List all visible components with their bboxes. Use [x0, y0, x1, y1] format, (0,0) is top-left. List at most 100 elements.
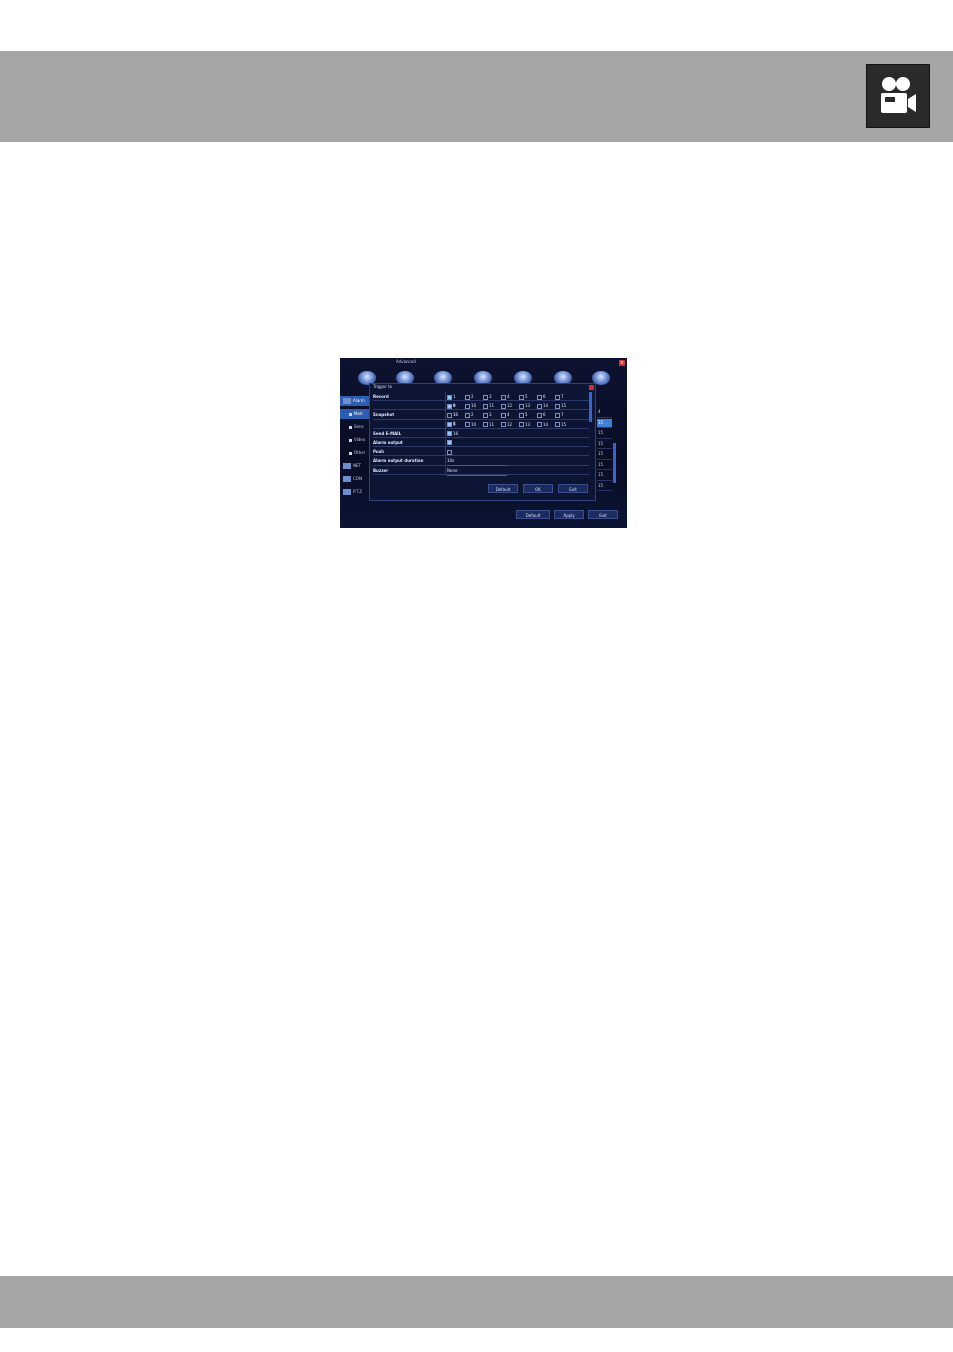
dialog-exit-button[interactable]: Exit — [558, 484, 588, 493]
channel-checkbox[interactable]: 7 — [555, 392, 573, 401]
channel-checkbox[interactable]: 6 — [537, 410, 555, 419]
channel-number: 10 — [471, 421, 477, 427]
checkbox-box — [555, 422, 560, 428]
dialog-close-button[interactable] — [589, 385, 594, 390]
channel-checkbox[interactable]: 2 — [465, 392, 483, 401]
checkbox-box — [483, 422, 488, 428]
channel-cell[interactable]: 15 — [597, 471, 612, 481]
channel-number: 1 — [453, 394, 456, 399]
channel-cell[interactable]: 15 — [597, 429, 612, 439]
option-checkbox[interactable] — [447, 438, 465, 447]
channel-checkbox[interactable]: 10 — [465, 401, 483, 410]
channel-cell[interactable]: 15 — [597, 418, 612, 428]
checkbox-box — [519, 412, 524, 418]
dropdown-select[interactable]: None — [447, 466, 507, 476]
window-close-button[interactable]: × — [619, 360, 625, 366]
scrollbar[interactable] — [613, 443, 616, 483]
menu-icon — [343, 398, 351, 404]
exit-button[interactable]: Exit — [588, 510, 618, 519]
channel-checkbox[interactable]: 9 — [447, 401, 465, 410]
channel-checkbox[interactable]: 5 — [519, 410, 537, 419]
channel-checkbox[interactable]: 9 — [447, 420, 465, 429]
channel-cell[interactable]: 15 — [597, 461, 612, 470]
option-checkbox[interactable] — [447, 429, 465, 438]
channel-cell[interactable]: 4 — [597, 408, 612, 418]
channel-checkbox[interactable]: 12 — [501, 420, 519, 429]
bullet-icon — [349, 451, 352, 455]
channel-checkbox[interactable]: 3 — [483, 410, 501, 419]
dialog-buttons: Default OK Exit — [488, 484, 592, 494]
channel-checkbox[interactable]: 15 — [555, 420, 573, 429]
channel-cell[interactable]: 15 — [597, 482, 612, 491]
default-button[interactable]: Default — [516, 510, 550, 519]
checkbox-box — [501, 412, 506, 418]
trigger-grid: Record 1 2 3 4 5 6 78 9 10 11 12 13 14 1516 Snapshot 1 2 3… — [373, 392, 589, 476]
trigger-value: 1 2 3 4 5 6 78 — [447, 410, 589, 427]
channel-checkbox[interactable]: 13 — [519, 401, 537, 410]
bullet-icon — [349, 438, 352, 442]
checkbox-box — [465, 412, 470, 418]
trigger-label — [373, 419, 446, 428]
channel-checkbox[interactable]: 4 — [501, 410, 519, 419]
sidebar-item-label: Alarm — [353, 398, 365, 403]
trigger-label: Push — [373, 447, 446, 456]
footer-band — [0, 1276, 953, 1328]
checkbox-box — [447, 412, 452, 418]
checkbox-box — [519, 422, 524, 428]
checkbox-box — [483, 394, 488, 400]
dialog-ok-button[interactable]: OK — [523, 484, 553, 493]
channel-checkbox[interactable]: 11 — [483, 420, 501, 429]
channel-checkbox[interactable]: 1 — [447, 410, 465, 419]
channel-number: 4 — [507, 412, 510, 418]
channel-checkbox[interactable]: 14 — [537, 420, 555, 429]
dialog-default-button[interactable]: Default — [488, 484, 518, 493]
sidebar-item-label: Video — [354, 437, 366, 442]
channel-checkbox[interactable]: 15 — [555, 401, 573, 410]
trigger-row: Buzzer None — [373, 465, 589, 476]
channel-cell[interactable]: 15 — [597, 450, 612, 460]
dialog-scrollbar[interactable] — [589, 392, 592, 422]
trigger-label — [373, 401, 446, 410]
channel-checkbox[interactable]: 2 — [465, 410, 483, 419]
channel-cell[interactable]: 15 — [597, 440, 612, 449]
checkbox-box — [519, 403, 524, 409]
checkbox-box — [447, 403, 452, 409]
sidebar-item-label: NET — [353, 463, 361, 468]
channel-checkbox[interactable]: 7 — [555, 410, 573, 419]
channel-column: 4 15 15 15 15 15 15 15 — [597, 408, 612, 491]
option-checkbox[interactable] — [447, 447, 465, 456]
channel-checkbox[interactable]: 11 — [483, 401, 501, 410]
bullet-icon — [349, 425, 352, 429]
window-title: Advanced — [396, 359, 416, 364]
checkbox-box — [483, 412, 488, 418]
trigger-label: Snapshot — [373, 410, 446, 419]
channel-checkbox[interactable]: 12 — [501, 401, 519, 410]
channel-number: 15 — [561, 421, 567, 427]
trigger-value — [447, 447, 589, 455]
trigger-label: Record — [373, 392, 446, 401]
menu-icon — [343, 489, 351, 495]
trigger-row: Record 1 2 3 4 5 6 78 — [373, 392, 589, 409]
channel-checkbox[interactable]: 6 — [537, 392, 555, 401]
channel-checkbox[interactable]: 10 — [465, 420, 483, 429]
channel-checkbox[interactable]: 1 — [447, 392, 465, 401]
video-camera-badge — [866, 64, 930, 128]
sidebar-item-label: Moti — [354, 411, 363, 416]
channel-checkbox[interactable]: 13 — [519, 420, 537, 429]
apply-button[interactable]: Apply — [554, 510, 584, 519]
checkbox-box — [447, 394, 452, 400]
channel-checkbox[interactable]: 3 — [483, 392, 501, 401]
trigger-value: 9 10 11 12 13 14 1516 — [447, 420, 589, 437]
channel-number: 11 — [489, 421, 495, 427]
trigger-row: Alarm output duration 10s — [373, 456, 589, 467]
checkbox-box — [447, 449, 452, 455]
channel-number: 12 — [507, 403, 513, 409]
channel-number: 7 — [561, 394, 564, 399]
channel-checkbox[interactable]: 5 — [519, 392, 537, 401]
channel-checkbox[interactable]: 14 — [537, 401, 555, 410]
channel-number: 12 — [507, 421, 513, 427]
channel-checkbox[interactable]: 4 — [501, 392, 519, 401]
trigger-value: None — [447, 466, 589, 476]
sidebar-item-label: P.T.Z — [353, 489, 363, 494]
channel-number: 14 — [543, 421, 549, 427]
